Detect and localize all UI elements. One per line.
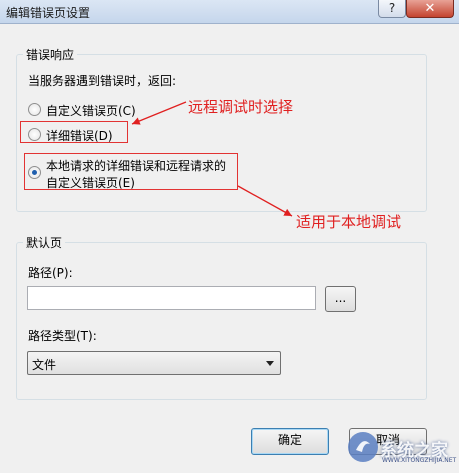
annotation-remote: 远程调试时选择	[188, 98, 294, 116]
path-type-value: 文件	[32, 358, 57, 372]
watermark: 系统之家 WWW.XITONGZHIJIA.NET	[346, 428, 457, 468]
path-type-label: 路径类型(T):	[28, 329, 97, 343]
watermark-subtext: WWW.XITONGZHIJIA.NET	[382, 457, 457, 464]
annotation-local: 适用于本地调试	[296, 213, 402, 231]
watermark-logo-icon	[348, 432, 378, 462]
default-page-group: 默认页	[16, 234, 427, 400]
arrow-local	[237, 185, 293, 217]
arrow-remote	[131, 101, 187, 125]
ok-button[interactable]: 确定	[251, 428, 329, 455]
path-input[interactable]	[27, 286, 316, 310]
path-type-select[interactable]: 文件	[27, 351, 281, 375]
browse-button[interactable]: ...	[325, 286, 356, 312]
chevron-down-icon	[266, 361, 274, 366]
default-page-legend: 默认页	[26, 236, 63, 250]
path-label: 路径(P):	[28, 266, 73, 280]
